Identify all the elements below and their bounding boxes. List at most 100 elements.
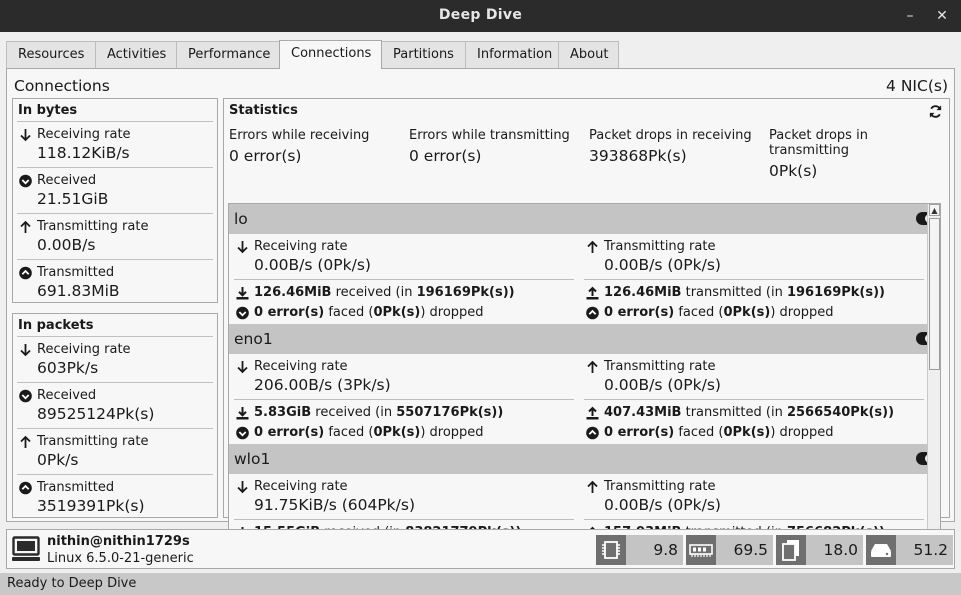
minimize-button[interactable]: – [900,6,920,26]
disk-value: 51.2 [913,541,948,559]
nic-name: eno1 [234,330,273,348]
stat-label: Errors while receiving [229,128,370,143]
page-title: Connections [14,77,110,95]
faced-text: faced ( [678,305,724,320]
rx-rate: Receiving rate 91.75KiB/s (604Pk/s) [234,474,574,520]
window-title: Deep Dive [438,7,523,23]
tx-total: 126.46MiB transmitted (in 196169Pk(s)) [584,283,924,303]
user-host: nithin@nithin1729s [47,534,190,549]
drop-count: 0Pk(s) [723,305,771,320]
disk-gauge: 51.2 [866,535,953,565]
computer-icon [12,536,40,561]
metric-label: Transmitted [37,265,115,280]
arrow-up-icon [20,435,31,448]
packet-count: 2566540Pk(s) [786,405,889,420]
os-version: Linux 6.5.0-21-generic [47,551,194,566]
in-text: (in [765,285,783,300]
cpu-gauge: 9.8 [596,535,683,565]
faced-text: faced ( [678,425,724,440]
tab-bar: Resources Activities Performance Connect… [6,40,619,69]
dropped-text: ) dropped [770,305,834,320]
in-packets-title: In packets [18,318,94,333]
in-bytes-title: In bytes [18,103,78,118]
packets-receiving-rate: Receiving rate 603Pk/s [13,337,217,382]
rate-label: Transmitting rate [604,479,716,494]
tab-partitions[interactable]: Partitions [381,41,466,68]
disk-drive-icon [871,544,891,557]
tx-errors: 0 error(s) faced (0Pk(s)) dropped [584,303,924,323]
in-text: (in [375,405,393,420]
stat-value: 0 error(s) [409,147,482,165]
metric-value: 118.12KiB/s [37,144,130,162]
tab-information[interactable]: Information [465,41,559,68]
scrollbar-thumb[interactable] [929,218,940,370]
metric-value: 89525124Pk(s) [37,405,155,423]
tab-activities[interactable]: Activities [95,41,177,68]
circle-chevron-down-icon [236,306,249,320]
total-value: 126.46MiB [604,285,682,300]
rate-label: Receiving rate [254,359,348,374]
nic-rx: Receiving rate 0.00B/s (0Pk/s) 126.46MiB… [234,234,574,323]
upload-icon [586,286,599,300]
arrow-up-icon [587,480,598,493]
nic-list-scrollbar[interactable]: ▲ ▼ [927,204,940,542]
refresh-icon[interactable] [928,104,943,119]
dropped-text: ) dropped [420,305,484,320]
close-paren: ) [508,285,515,300]
cpu-gauge-icon-box [596,535,626,565]
stat-value: 393868Pk(s) [589,147,687,165]
errors-transmitting: Errors while transmitting 0 error(s) [409,128,570,165]
arrow-down-icon [20,344,31,357]
nic-name: lo [234,210,248,228]
rate-label: Transmitting rate [604,239,716,254]
metric-value: 691.83MiB [37,282,120,300]
tab-connections[interactable]: Connections [279,40,382,69]
packet-count: 5507176Pk(s) [396,405,498,420]
rx-rate: Receiving rate 206.00B/s (3Pk/s) [234,354,574,400]
drops-transmitting: Packet drops in transmitting 0Pk(s) [769,128,949,180]
arrow-down-icon [237,481,248,494]
metric-label: Transmitting rate [37,434,149,449]
total-word: transmitted [685,285,762,300]
stat-label: Packet drops in transmitting [769,128,868,158]
dropped-text: ) dropped [420,425,484,440]
faced-text: faced ( [328,305,374,320]
drop-count: 0Pk(s) [373,425,421,440]
error-count: 0 error(s) [604,425,675,440]
swap-gauge-icon-box [776,535,806,565]
memory-icon [689,544,713,557]
tx-rate: Transmitting rate 0.00B/s (0Pk/s) [584,474,924,520]
circle-chevron-down-icon [236,426,249,440]
scroll-up-arrow-icon[interactable]: ▲ [929,204,940,216]
circle-chevron-up-icon [586,306,599,320]
rx-rate: Receiving rate 0.00B/s (0Pk/s) [234,234,574,280]
metric-value: 3519391Pk(s) [37,497,145,515]
swap-pages-icon [782,540,799,561]
rate-value: 206.00B/s (3Pk/s) [254,376,391,394]
nic-tx: Transmitting rate 0.00B/s (0Pk/s) 407.43… [584,354,924,443]
nic-rx: Receiving rate 206.00B/s (3Pk/s) 5.83GiB… [234,354,574,443]
total-word: received [315,405,372,420]
bytes-transmitting-rate: Transmitting rate 0.00B/s [13,214,217,259]
drop-count: 0Pk(s) [373,305,421,320]
stat-label: Packet drops in receiving [589,128,752,143]
close-button[interactable]: ✕ [932,6,952,26]
rx-total: 126.46MiB received (in 196169Pk(s)) [234,283,574,303]
drops-receiving: Packet drops in receiving 393868Pk(s) [589,128,752,165]
tab-performance[interactable]: Performance [176,41,280,68]
total-value: 5.83GiB [254,405,312,420]
stat-label: Errors while transmitting [409,128,570,143]
tab-about[interactable]: About [558,41,619,68]
nic-list[interactable]: lo Receiving rate 0.00B/s (0Pk/s) 126.46… [228,203,941,543]
app-window: Deep Dive – ✕ Resources Activities Perfo… [0,0,961,595]
drop-count: 0Pk(s) [723,425,771,440]
stat-value: 0Pk(s) [769,162,818,180]
circle-arrow-up-icon [19,266,32,280]
circle-arrow-down-icon [19,174,32,188]
tab-resources[interactable]: Resources [6,41,96,68]
disk-gauge-icon-box [866,535,896,565]
nic-details: Receiving rate 206.00B/s (3Pk/s) 5.83GiB… [229,354,940,444]
in-text: (in [395,285,413,300]
arrow-down-icon [237,241,248,254]
rate-value: 0.00B/s (0Pk/s) [604,256,721,274]
